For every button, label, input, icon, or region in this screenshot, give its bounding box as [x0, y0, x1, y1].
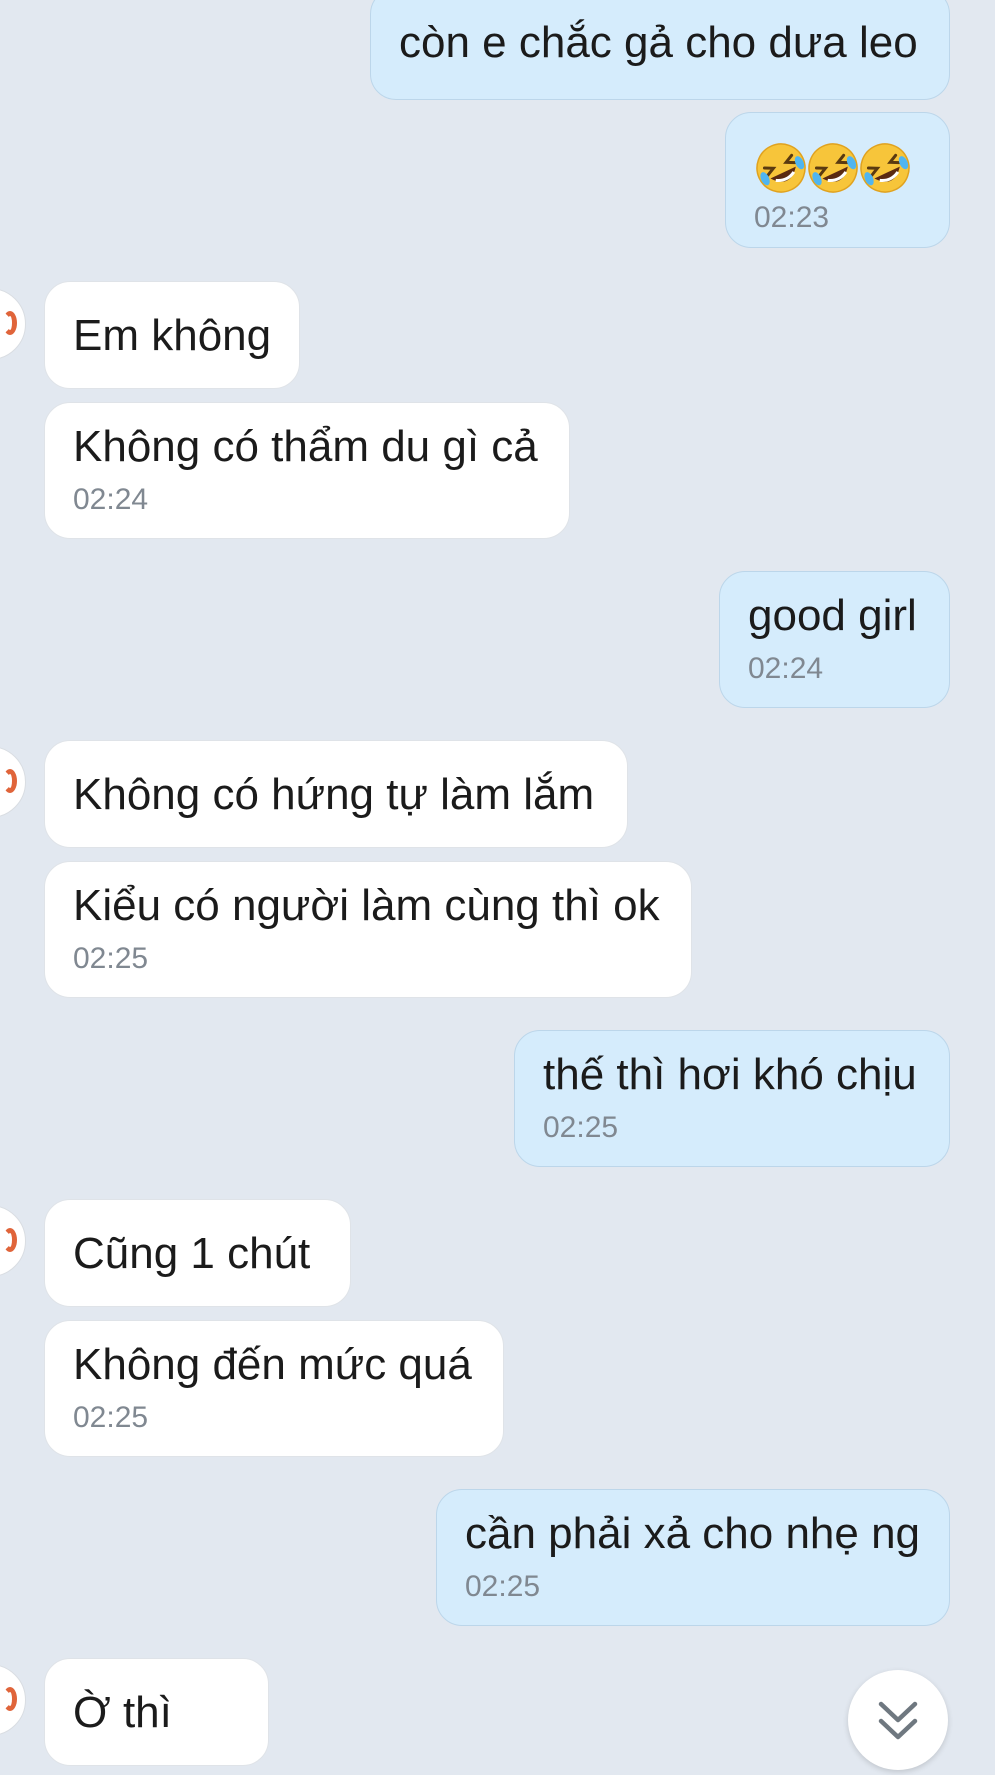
rolling-on-floor-laughing-icon — [756, 143, 806, 193]
avatar-mark — [3, 311, 17, 335]
message-text: Không có thẩm du gì cả — [73, 422, 538, 471]
message-text: cần phải xả cho nhẹ ng — [465, 1509, 921, 1558]
emoji-row — [754, 141, 921, 195]
incoming-message[interactable]: Ờ thì — [44, 1658, 269, 1766]
outgoing-emoji-message[interactable]: 02:23 — [725, 112, 950, 248]
message-text: Kiểu có người làm cùng thì ok — [73, 881, 660, 930]
double-chevron-down-icon — [878, 1701, 918, 1740]
message-text: Em không — [73, 311, 272, 360]
message-timestamp: 02:24 — [748, 652, 824, 685]
incoming-message[interactable]: Không đến mức quá 02:25 — [44, 1320, 504, 1457]
avatar-mark — [3, 1687, 17, 1711]
message-text: Ờ thì — [73, 1688, 172, 1737]
incoming-message[interactable]: Không có hứng tự làm lắm — [44, 740, 628, 848]
outgoing-message[interactable]: còn e chắc gả cho dưa leo — [370, 0, 950, 100]
message-text: thế thì hơi khó chịu — [543, 1050, 917, 1099]
avatar-mark — [3, 769, 17, 793]
message-text: Không có hứng tự làm lắm — [73, 770, 595, 819]
message-timestamp: 02:25 — [73, 942, 149, 975]
outgoing-message[interactable]: good girl 02:24 — [719, 571, 950, 708]
outgoing-message[interactable]: cần phải xả cho nhẹ ng 02:25 — [436, 1489, 950, 1626]
message-text: Không đến mức quá — [73, 1340, 472, 1389]
avatar-mark — [3, 1228, 17, 1252]
message-timestamp: 02:24 — [73, 483, 149, 516]
incoming-message[interactable]: Cũng 1 chút — [44, 1199, 351, 1307]
message-timestamp: 02:25 — [465, 1570, 541, 1603]
scroll-to-bottom-button[interactable] — [848, 1670, 948, 1770]
incoming-message[interactable]: Kiểu có người làm cùng thì ok 02:25 — [44, 861, 692, 998]
contact-avatar[interactable] — [0, 288, 26, 360]
message-timestamp: 02:25 — [543, 1111, 619, 1144]
outgoing-message[interactable]: thế thì hơi khó chịu 02:25 — [514, 1030, 950, 1167]
contact-avatar[interactable] — [0, 746, 26, 818]
message-timestamp: 02:25 — [73, 1401, 149, 1434]
message-timestamp: 02:23 — [754, 201, 830, 234]
message-text: Cũng 1 chút — [73, 1229, 311, 1278]
rolling-on-floor-laughing-icon — [808, 143, 858, 193]
incoming-message[interactable]: Không có thẩm du gì cả 02:24 — [44, 402, 570, 539]
rolling-on-floor-laughing-icon — [860, 143, 910, 193]
incoming-message[interactable]: Em không — [44, 281, 300, 389]
contact-avatar[interactable] — [0, 1664, 26, 1736]
message-text: còn e chắc gả cho dưa leo — [399, 18, 918, 67]
message-text: good girl — [748, 591, 917, 640]
contact-avatar[interactable] — [0, 1205, 26, 1277]
